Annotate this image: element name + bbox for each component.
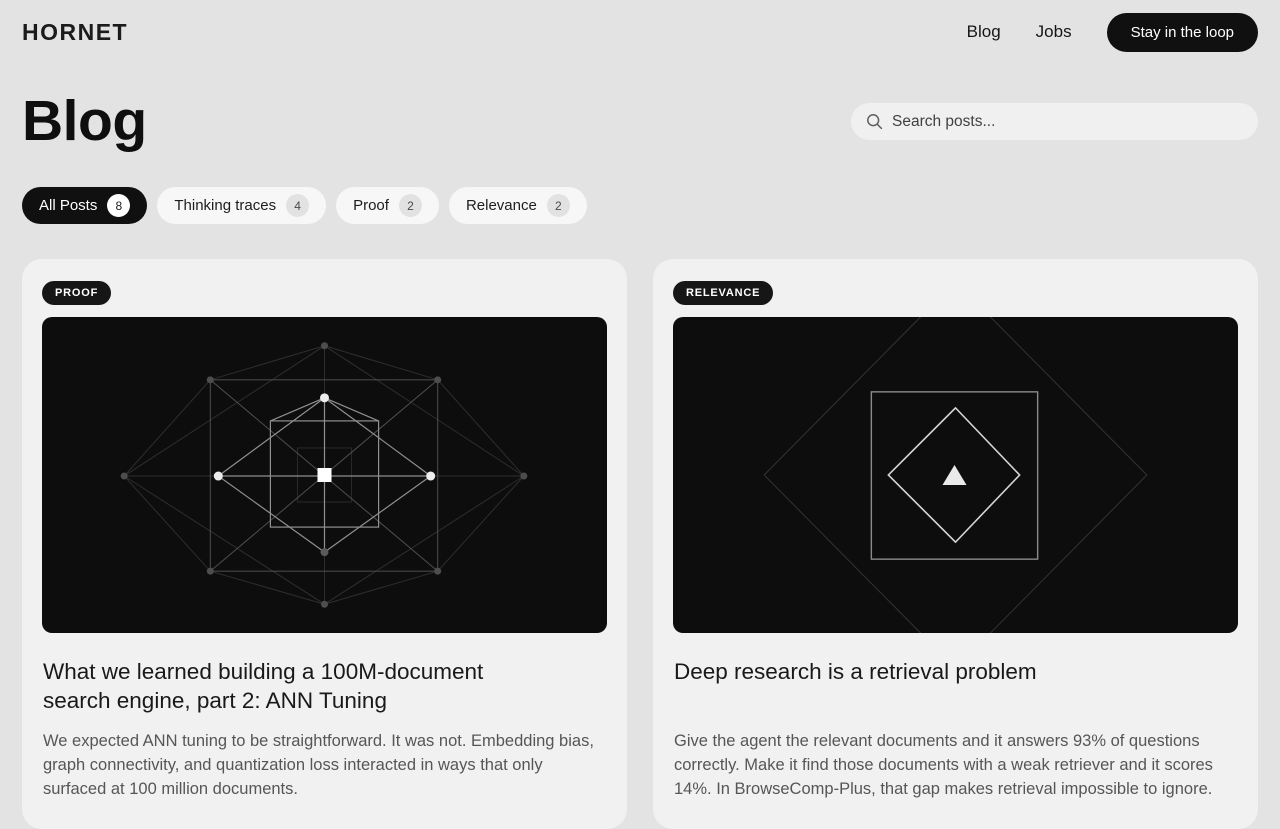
post-card-deep-research[interactable]: RELEVANCE Deep research is a retrieval p…: [653, 259, 1258, 829]
post-excerpt: Give the agent the relevant documents an…: [674, 732, 1213, 799]
header-nav: Blog Jobs Stay in the loop: [967, 12, 1258, 52]
filter-relevance[interactable]: Relevance 2: [448, 187, 587, 224]
nav-link-jobs[interactable]: Jobs: [1036, 22, 1072, 42]
category-badge: PROOF: [42, 281, 112, 305]
filter-count-badge: 2: [398, 194, 422, 217]
hornet-logo[interactable]: HORNET: [22, 19, 128, 46]
post-title[interactable]: What we learned building a 100M-document…: [43, 657, 523, 716]
post-excerpt: We expected ANN tuning to be straightfor…: [43, 732, 594, 799]
nav-link-blog[interactable]: Blog: [967, 22, 1001, 42]
filter-label: Relevance: [465, 197, 537, 214]
post-title[interactable]: Deep research is a retrieval problem: [674, 657, 1154, 716]
stay-in-the-loop-button[interactable]: Stay in the loop: [1106, 12, 1258, 52]
diamond-triangle-artwork: [673, 317, 1238, 633]
filter-label: Proof: [353, 197, 389, 214]
filter-count-badge: 8: [107, 194, 131, 217]
filter-label: All Posts: [39, 197, 98, 214]
filter-proof[interactable]: Proof 2: [336, 187, 439, 224]
search-input[interactable]: [892, 112, 1243, 131]
posts-grid: PROOF What we learned building a 100M-do…: [0, 259, 1280, 829]
filter-all-posts[interactable]: All Posts 8: [22, 187, 148, 224]
filter-tabs: All Posts 8 Thinking traces 4 Proof 2 Re…: [0, 187, 1280, 224]
site-header: HORNET Blog Jobs Stay in the loop: [0, 0, 1280, 64]
page-title: Blog: [22, 89, 147, 153]
page-head: Blog: [0, 93, 1280, 150]
network-graph-artwork: [42, 317, 607, 633]
search-icon: [866, 113, 883, 130]
filter-count-badge: 4: [286, 194, 310, 217]
category-badge: RELEVANCE: [673, 281, 774, 305]
search-box[interactable]: [851, 103, 1258, 140]
filter-thinking-traces[interactable]: Thinking traces 4: [157, 187, 327, 224]
filter-count-badge: 2: [546, 194, 570, 217]
filter-label: Thinking traces: [174, 197, 277, 214]
post-card-ann-tuning[interactable]: PROOF What we learned building a 100M-do…: [22, 259, 627, 829]
